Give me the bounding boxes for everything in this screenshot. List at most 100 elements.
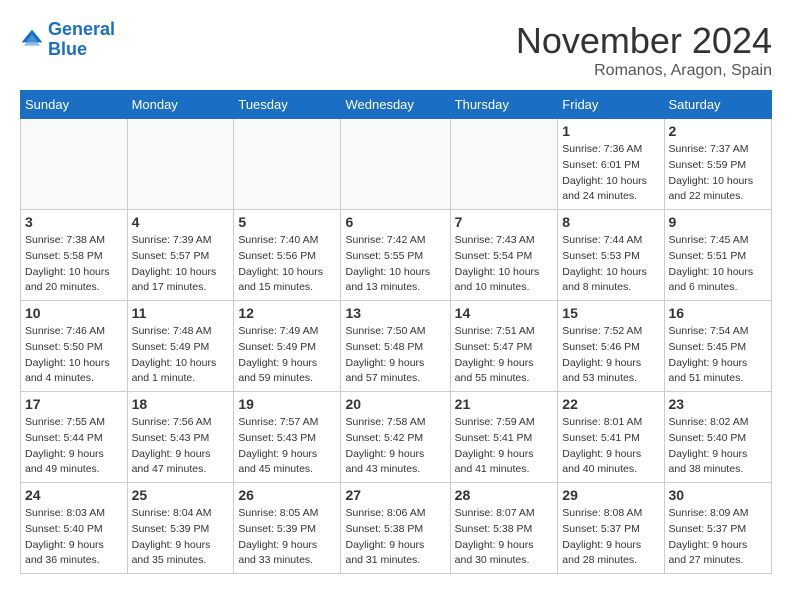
calendar-header-tuesday: Tuesday — [234, 91, 341, 119]
calendar-cell: 5Sunrise: 7:40 AM Sunset: 5:56 PM Daylig… — [234, 210, 341, 301]
day-info: Sunrise: 7:58 AM Sunset: 5:42 PM Dayligh… — [345, 415, 445, 478]
calendar-cell — [341, 119, 450, 210]
calendar-cell — [127, 119, 234, 210]
calendar-header-sunday: Sunday — [21, 91, 128, 119]
calendar-cell: 11 Sunrise: 7:48 AM Sunset: 5:49 PM Dayli… — [127, 301, 234, 392]
day-info: Sunrise: 7:44 AM Sunset: 5:53 PM Dayligh… — [562, 233, 659, 296]
day-number: 16 — [669, 305, 767, 321]
calendar-cell: 17 Sunrise: 7:55 AM Sunset: 5:44 PM Dayli… — [21, 392, 128, 483]
day-info: Sunrise: 7:57 AM Sunset: 5:43 PM Dayligh… — [238, 415, 336, 478]
day-info: Sunrise: 7:38 AM Sunset: 5:58 PM Dayligh… — [25, 233, 123, 296]
day-info: Sunrise: 8:03 AM Sunset: 5:40 PM Dayligh… — [25, 506, 123, 569]
calendar-cell: 14 Sunrise: 7:51 AM Sunset: 5:47 PM Dayli… — [450, 301, 558, 392]
day-number: 10 — [25, 305, 123, 321]
calendar-cell: 23 Sunrise: 8:02 AM Sunset: 5:40 PM Dayli… — [664, 392, 771, 483]
logo-text: General Blue — [48, 20, 115, 60]
day-number: 8 — [562, 214, 659, 230]
day-info: Sunrise: 8:04 AM Sunset: 5:39 PM Dayligh… — [132, 506, 230, 569]
calendar-cell: 7 Sunrise: 7:43 AM Sunset: 5:54 PM Daylig… — [450, 210, 558, 301]
day-info: Sunrise: 8:08 AM Sunset: 5:37 PM Dayligh… — [562, 506, 659, 569]
calendar-cell: 20 Sunrise: 7:58 AM Sunset: 5:42 PM Dayli… — [341, 392, 450, 483]
calendar-cell: 8 Sunrise: 7:44 AM Sunset: 5:53 PM Daylig… — [558, 210, 664, 301]
day-number: 21 — [455, 396, 554, 412]
day-info: Sunrise: 7:45 AM Sunset: 5:51 PM Dayligh… — [669, 233, 767, 296]
calendar-cell: 4Sunrise: 7:39 AM Sunset: 5:57 PM Daylig… — [127, 210, 234, 301]
day-number: 12 — [238, 305, 336, 321]
calendar-cell — [234, 119, 341, 210]
day-info: Sunrise: 7:37 AM Sunset: 5:59 PM Dayligh… — [669, 142, 767, 205]
day-number: 29 — [562, 487, 659, 503]
day-info: Sunrise: 7:56 AM Sunset: 5:43 PM Dayligh… — [132, 415, 230, 478]
calendar-cell: 1 Sunrise: 7:36 AM Sunset: 6:01 PM Daylig… — [558, 119, 664, 210]
day-info: Sunrise: 8:02 AM Sunset: 5:40 PM Dayligh… — [669, 415, 767, 478]
calendar-cell: 27Sunrise: 8:06 AM Sunset: 5:38 PM Dayli… — [341, 483, 450, 574]
day-info: Sunrise: 7:49 AM Sunset: 5:49 PM Dayligh… — [238, 324, 336, 387]
day-number: 15 — [562, 305, 659, 321]
calendar-cell: 16 Sunrise: 7:54 AM Sunset: 5:45 PM Dayli… — [664, 301, 771, 392]
calendar-cell: 2 Sunrise: 7:37 AM Sunset: 5:59 PM Daylig… — [664, 119, 771, 210]
day-info: Sunrise: 7:48 AM Sunset: 5:49 PM Dayligh… — [132, 324, 230, 387]
calendar-cell: 18Sunrise: 7:56 AM Sunset: 5:43 PM Dayli… — [127, 392, 234, 483]
day-number: 11 — [132, 305, 230, 321]
day-number: 25 — [132, 487, 230, 503]
day-info: Sunrise: 7:46 AM Sunset: 5:50 PM Dayligh… — [25, 324, 123, 387]
calendar-cell: 24 Sunrise: 8:03 AM Sunset: 5:40 PM Dayli… — [21, 483, 128, 574]
calendar-header-saturday: Saturday — [664, 91, 771, 119]
day-info: Sunrise: 7:54 AM Sunset: 5:45 PM Dayligh… — [669, 324, 767, 387]
calendar-cell: 29 Sunrise: 8:08 AM Sunset: 5:37 PM Dayli… — [558, 483, 664, 574]
day-number: 2 — [669, 123, 767, 139]
day-info: Sunrise: 7:51 AM Sunset: 5:47 PM Dayligh… — [455, 324, 554, 387]
day-number: 20 — [345, 396, 445, 412]
day-number: 14 — [455, 305, 554, 321]
week-row-3: 17 Sunrise: 7:55 AM Sunset: 5:44 PM Dayli… — [21, 392, 772, 483]
calendar-cell: 6Sunrise: 7:42 AM Sunset: 5:55 PM Daylig… — [341, 210, 450, 301]
day-number: 28 — [455, 487, 554, 503]
calendar-cell — [450, 119, 558, 210]
day-info: Sunrise: 7:50 AM Sunset: 5:48 PM Dayligh… — [345, 324, 445, 387]
calendar-cell: 28 Sunrise: 8:07 AM Sunset: 5:38 PM Dayli… — [450, 483, 558, 574]
calendar-cell: 21 Sunrise: 7:59 AM Sunset: 5:41 PM Dayli… — [450, 392, 558, 483]
logo-line1: General — [48, 19, 115, 39]
day-number: 24 — [25, 487, 123, 503]
week-row-1: 3 Sunrise: 7:38 AM Sunset: 5:58 PM Daylig… — [21, 210, 772, 301]
calendar-header-monday: Monday — [127, 91, 234, 119]
day-info: Sunrise: 8:09 AM Sunset: 5:37 PM Dayligh… — [669, 506, 767, 569]
day-number: 7 — [455, 214, 554, 230]
title-section: November 2024 Romanos, Aragon, Spain — [516, 20, 772, 80]
month-title: November 2024 — [516, 20, 772, 62]
day-info: Sunrise: 8:07 AM Sunset: 5:38 PM Dayligh… — [455, 506, 554, 569]
calendar-cell: 9Sunrise: 7:45 AM Sunset: 5:51 PM Daylig… — [664, 210, 771, 301]
day-info: Sunrise: 7:59 AM Sunset: 5:41 PM Dayligh… — [455, 415, 554, 478]
day-number: 13 — [345, 305, 445, 321]
day-number: 22 — [562, 396, 659, 412]
day-info: Sunrise: 7:55 AM Sunset: 5:44 PM Dayligh… — [25, 415, 123, 478]
calendar-cell: 25 Sunrise: 8:04 AM Sunset: 5:39 PM Dayli… — [127, 483, 234, 574]
day-number: 6 — [345, 214, 445, 230]
calendar-header-row: SundayMondayTuesdayWednesdayThursdayFrid… — [21, 91, 772, 119]
calendar-cell: 3 Sunrise: 7:38 AM Sunset: 5:58 PM Daylig… — [21, 210, 128, 301]
header: General Blue November 2024 Romanos, Arag… — [20, 20, 772, 80]
calendar-cell: 12 Sunrise: 7:49 AM Sunset: 5:49 PM Dayli… — [234, 301, 341, 392]
calendar-cell: 22 Sunrise: 8:01 AM Sunset: 5:41 PM Dayli… — [558, 392, 664, 483]
week-row-2: 10 Sunrise: 7:46 AM Sunset: 5:50 PM Dayli… — [21, 301, 772, 392]
calendar-cell: 13 Sunrise: 7:50 AM Sunset: 5:48 PM Dayli… — [341, 301, 450, 392]
day-number: 26 — [238, 487, 336, 503]
day-number: 17 — [25, 396, 123, 412]
calendar-header-wednesday: Wednesday — [341, 91, 450, 119]
day-info: Sunrise: 7:43 AM Sunset: 5:54 PM Dayligh… — [455, 233, 554, 296]
day-info: Sunrise: 8:01 AM Sunset: 5:41 PM Dayligh… — [562, 415, 659, 478]
day-number: 3 — [25, 214, 123, 230]
logo: General Blue — [20, 20, 115, 60]
day-number: 5 — [238, 214, 336, 230]
calendar-cell — [21, 119, 128, 210]
day-number: 1 — [562, 123, 659, 139]
week-row-4: 24 Sunrise: 8:03 AM Sunset: 5:40 PM Dayli… — [21, 483, 772, 574]
day-number: 19 — [238, 396, 336, 412]
calendar-table: SundayMondayTuesdayWednesdayThursdayFrid… — [20, 90, 772, 574]
day-number: 23 — [669, 396, 767, 412]
calendar-header-friday: Friday — [558, 91, 664, 119]
calendar-cell: 30Sunrise: 8:09 AM Sunset: 5:37 PM Dayli… — [664, 483, 771, 574]
location: Romanos, Aragon, Spain — [516, 62, 772, 80]
day-info: Sunrise: 7:36 AM Sunset: 6:01 PM Dayligh… — [562, 142, 659, 205]
day-info: Sunrise: 7:52 AM Sunset: 5:46 PM Dayligh… — [562, 324, 659, 387]
